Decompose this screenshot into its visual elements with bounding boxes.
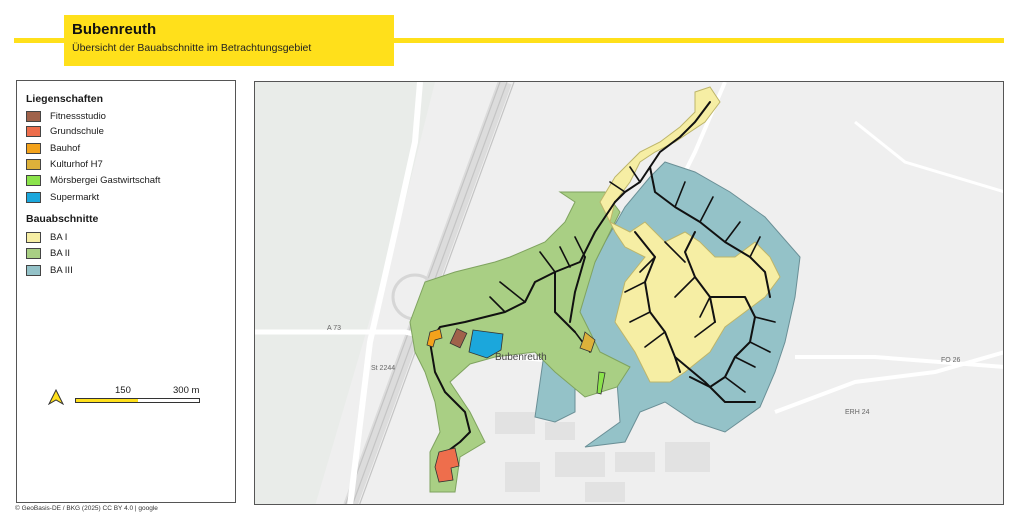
scale-bar bbox=[75, 398, 200, 403]
legend-swatch bbox=[26, 110, 41, 122]
legend-item-kulturhof: Kulturhof H7 bbox=[26, 157, 103, 171]
legend-swatch bbox=[26, 142, 41, 154]
map-subtitle: Übersicht der Bauabschnitte im Betrachtu… bbox=[72, 42, 312, 54]
legend-swatch bbox=[26, 264, 41, 276]
legend-swatch bbox=[26, 125, 41, 137]
legend-item-label: BA III bbox=[50, 264, 73, 276]
north-arrow-icon bbox=[47, 389, 65, 405]
legend-item-label: Fitnessstudio bbox=[50, 110, 106, 122]
title-box: Bubenreuth Übersicht der Bauabschnitte i… bbox=[64, 15, 394, 66]
legend-swatch bbox=[26, 174, 41, 186]
legend-item-label: BA II bbox=[50, 247, 71, 259]
legend-item-fitnessstudio: Fitnessstudio bbox=[26, 109, 106, 123]
map-title: Bubenreuth bbox=[72, 21, 157, 38]
label-a73: A 73 bbox=[327, 325, 341, 332]
legend-item-bauhof: Bauhof bbox=[26, 141, 80, 155]
legend-item-label: Mörsbergei Gastwirtschaft bbox=[50, 174, 161, 186]
legend-panel: Liegenschaften Fitnessstudio Grundschule… bbox=[16, 80, 236, 503]
legend-item-label: Kulturhof H7 bbox=[50, 158, 103, 170]
label-erh24: ERH 24 bbox=[845, 409, 870, 416]
legend-item-label: Bauhof bbox=[50, 142, 81, 154]
legend-item-label: BA I bbox=[50, 231, 68, 243]
legend-item-grundschule: Grundschule bbox=[26, 124, 104, 138]
legend-item-ba2: BA II bbox=[26, 246, 70, 260]
legend-swatch bbox=[26, 158, 41, 170]
scale-end-label: 300 m bbox=[173, 385, 200, 396]
scale-mid-label: 150 bbox=[115, 385, 131, 396]
legend-swatch bbox=[26, 247, 41, 259]
map-frame[interactable]: Bubenreuth A 73 St 2244 FO 26 ERH 24 bbox=[254, 81, 1004, 505]
legend-item-ba3: BA III bbox=[26, 263, 73, 277]
label-town: Bubenreuth bbox=[495, 352, 547, 363]
legend-swatch bbox=[26, 231, 41, 243]
label-st2244: St 2244 bbox=[371, 365, 395, 372]
legend-item-gastwirtschaft: Mörsbergei Gastwirtschaft bbox=[26, 173, 160, 187]
legend-item-label: Supermarkt bbox=[50, 191, 100, 203]
label-fo26: FO 26 bbox=[941, 357, 961, 364]
legend-phases-heading: Bauabschnitte bbox=[26, 213, 99, 225]
legend-swatch bbox=[26, 191, 41, 203]
legend-item-label: Grundschule bbox=[50, 125, 104, 137]
map-canvas[interactable]: Bubenreuth A 73 St 2244 FO 26 ERH 24 bbox=[255, 82, 1004, 505]
legend-item-supermarkt: Supermarkt bbox=[26, 190, 99, 204]
map-credits: © GeoBasis-DE / BKG (2025) CC BY 4.0 | g… bbox=[15, 505, 158, 512]
legend-item-ba1: BA I bbox=[26, 230, 67, 244]
legend-properties-heading: Liegenschaften bbox=[26, 93, 104, 105]
